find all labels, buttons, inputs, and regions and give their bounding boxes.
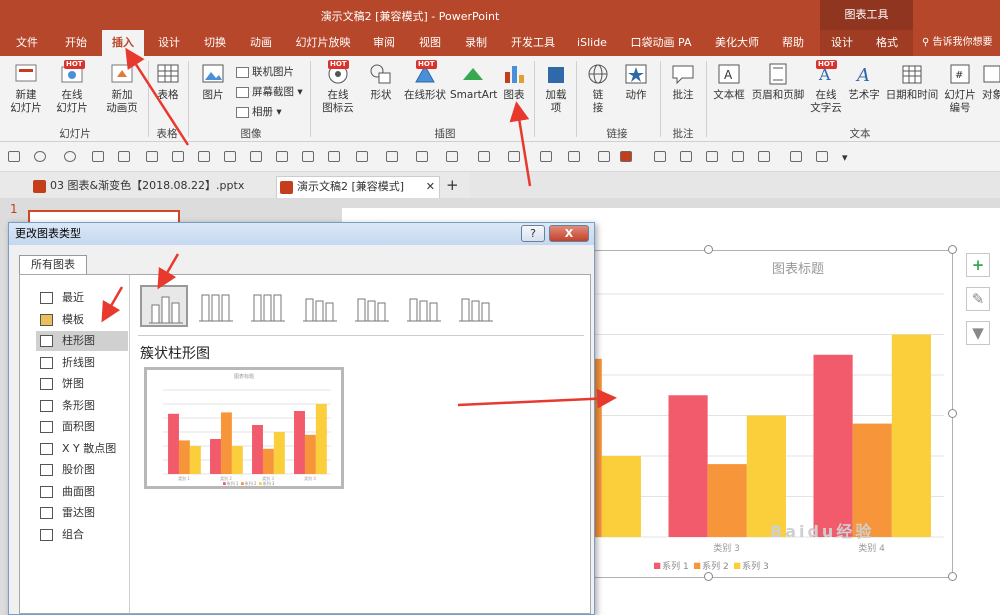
arrow-to-insert-tab — [125, 47, 190, 146]
arrow-to-clustered-column — [157, 253, 180, 290]
arrow-to-chart-button — [509, 101, 532, 187]
arrow-to-column-category — [101, 286, 124, 323]
arrow-to-chart — [457, 388, 617, 409]
annotation-arrows — [101, 47, 617, 409]
